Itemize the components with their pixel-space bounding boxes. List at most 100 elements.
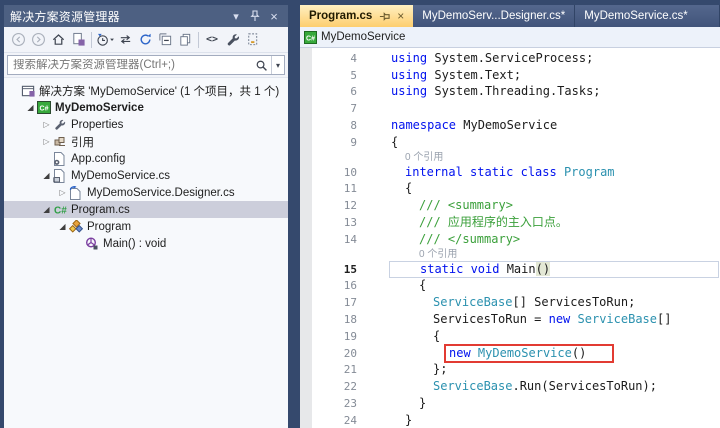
code-token: new	[449, 345, 471, 360]
forward-icon[interactable]	[28, 30, 48, 50]
tab-pin-icon[interactable]	[379, 11, 390, 22]
search-options-dropdown[interactable]: ▾	[271, 56, 284, 74]
collapsed-arrow-icon[interactable]: ▷	[40, 120, 53, 129]
codelens-row[interactable]: 0 个引用	[300, 248, 720, 261]
expanded-arrow-icon[interactable]: ◢	[40, 205, 53, 214]
code-line-24[interactable]: 24}	[300, 412, 720, 428]
code-line-7[interactable]: 7	[300, 100, 720, 117]
solution-icon	[21, 84, 38, 98]
code-token: /// </summary>	[419, 231, 521, 246]
breadcrumb-project-name[interactable]: MyDemoService	[321, 31, 405, 43]
properties-icon[interactable]	[175, 30, 195, 50]
code-line-16[interactable]: 16 {	[300, 278, 720, 295]
search-input[interactable]	[8, 59, 251, 71]
annotation-red-box: new MyDemoService()	[444, 343, 615, 363]
tree-item-row-3[interactable]: ▷ 引用	[4, 133, 288, 150]
codelens-references[interactable]: 0 个引用	[419, 249, 457, 260]
expanded-arrow-icon[interactable]: ◢	[24, 103, 37, 112]
home-icon[interactable]	[48, 30, 68, 50]
code-line-12[interactable]: 12 /// <summary>	[300, 197, 720, 214]
line-number: 5	[350, 68, 357, 82]
code-token: ServiceBase	[577, 312, 657, 327]
code-line-17[interactable]: 17 ServiceBase[] ServicesToRun;	[300, 294, 720, 311]
code-text: /// <summary>	[389, 198, 720, 213]
code-line-14[interactable]: 14 /// </summary>	[300, 231, 720, 248]
solution-explorer-titlebar[interactable]: 解决方案资源管理器 ▾ ×	[4, 5, 288, 27]
code-text: {	[389, 278, 720, 293]
wrench-icon[interactable]	[222, 30, 242, 50]
code-text: };	[389, 362, 720, 377]
tree-item-mydemoservice-1-1[interactable]: 解决方案 'MyDemoService' (1 个项目，共 1 个)	[4, 82, 288, 99]
code-token: {	[391, 134, 399, 149]
line-number: 11	[343, 182, 357, 196]
pin-icon[interactable]	[247, 8, 263, 24]
tree-item-mydemoservice-designer-cs[interactable]: ▷ MyDemoService.Designer.cs	[4, 184, 288, 201]
window-position-icon[interactable]: ▾	[228, 8, 244, 24]
back-icon[interactable]	[8, 30, 28, 50]
code-line-13[interactable]: 13 /// 应用程序的主入口点。	[300, 214, 720, 231]
expanded-arrow-icon[interactable]: ◢	[56, 222, 69, 231]
tree-item-mydemoservice-cs[interactable]: ◢ MyDemoService.cs	[4, 167, 288, 184]
code-line-20[interactable]: 20 new MyDemoService()	[300, 343, 720, 363]
tree-item-program-cs[interactable]: ◢ C# Program.cs	[4, 201, 288, 218]
tab-close-icon[interactable]: ×	[397, 9, 404, 23]
collapsed-arrow-icon[interactable]: ▷	[40, 137, 53, 146]
code-token: MyDemoService	[456, 118, 558, 133]
navigation-bar[interactable]: C# MyDemoService	[300, 27, 720, 48]
refresh-icon[interactable]	[135, 30, 155, 50]
tab-mydemoservice-cs[interactable]: MyDemoService.cs*	[575, 5, 720, 27]
tree-item-properties[interactable]: ▷ Properties	[4, 116, 288, 133]
collapse-all-icon[interactable]	[155, 30, 175, 50]
code-line-5[interactable]: 5 using System.Text;	[300, 67, 720, 84]
tab-program-cs[interactable]: Program.cs ×	[300, 5, 414, 27]
code-line-11[interactable]: 11 {	[300, 181, 720, 198]
collapsed-arrow-icon[interactable]: ▷	[56, 188, 69, 197]
code-line-21[interactable]: 21};	[300, 362, 720, 379]
switch-views-icon[interactable]	[68, 30, 88, 50]
tree-item-app-config[interactable]: App.config	[4, 150, 288, 167]
tree-item-mydemoservice[interactable]: ◢ C# MyDemoService	[4, 99, 288, 116]
code-line-18[interactable]: 18 ServicesToRun = new ServiceBase[]	[300, 311, 720, 328]
code-line-4[interactable]: 4 using System.ServiceProcess;	[300, 50, 720, 67]
code-line-9[interactable]: 9{	[300, 134, 720, 151]
svg-text:C#: C#	[54, 206, 67, 217]
tree-item-main-void[interactable]: Main() : void	[4, 235, 288, 252]
line-number: 18	[343, 313, 357, 327]
code-text: using System.ServiceProcess;	[389, 51, 720, 66]
code-text: }	[389, 396, 720, 411]
tree-item-program[interactable]: ◢ Program	[4, 218, 288, 235]
code-line-6[interactable]: 6 using System.Threading.Tasks;	[300, 84, 720, 101]
solution-explorer-toolbar: <>	[4, 27, 288, 53]
codelens-references[interactable]: 0 个引用	[405, 152, 443, 163]
code-token: ServiceBase	[433, 295, 513, 310]
code-token: System.Text;	[427, 67, 522, 82]
code-text: static void Main()	[389, 260, 719, 278]
code-editor[interactable]: 4 using System.ServiceProcess; 5 using Syst…	[300, 48, 720, 428]
code-token: using	[391, 67, 428, 82]
show-all-files-icon[interactable]	[242, 30, 262, 50]
code-text: {	[389, 329, 720, 344]
code-line-10[interactable]: 10 internal static class Program	[300, 164, 720, 181]
code-token: using	[391, 84, 428, 99]
component-file-icon	[53, 168, 70, 183]
expanded-arrow-icon[interactable]: ◢	[40, 171, 53, 180]
code-line-23[interactable]: 23}	[300, 395, 720, 412]
code-line-22[interactable]: 22 ServiceBase.Run(ServicesToRun);	[300, 378, 720, 395]
codelens-row[interactable]: 0 个引用	[300, 151, 720, 164]
code-line-15[interactable]: 15 static void Main()	[300, 260, 720, 278]
code-line-19[interactable]: 19 {	[300, 328, 720, 345]
cs-file-icon: C#	[53, 203, 70, 217]
code-token: {	[405, 181, 413, 196]
code-token: Program	[563, 164, 615, 179]
search-icon[interactable]	[251, 59, 271, 72]
tab-mydemoserv-designer-cs[interactable]: MyDemoServ...Designer.cs*	[413, 5, 576, 27]
code-line-8[interactable]: 8 namespace MyDemoService	[300, 117, 720, 134]
code-token: /// <summary>	[419, 198, 513, 213]
code-token: new	[548, 312, 571, 327]
method-icon	[85, 237, 102, 250]
close-icon[interactable]: ×	[266, 8, 282, 24]
pending-filter-icon[interactable]	[95, 30, 115, 50]
sync-active-document-icon[interactable]	[115, 30, 135, 50]
view-code-icon[interactable]: <>	[202, 30, 222, 50]
